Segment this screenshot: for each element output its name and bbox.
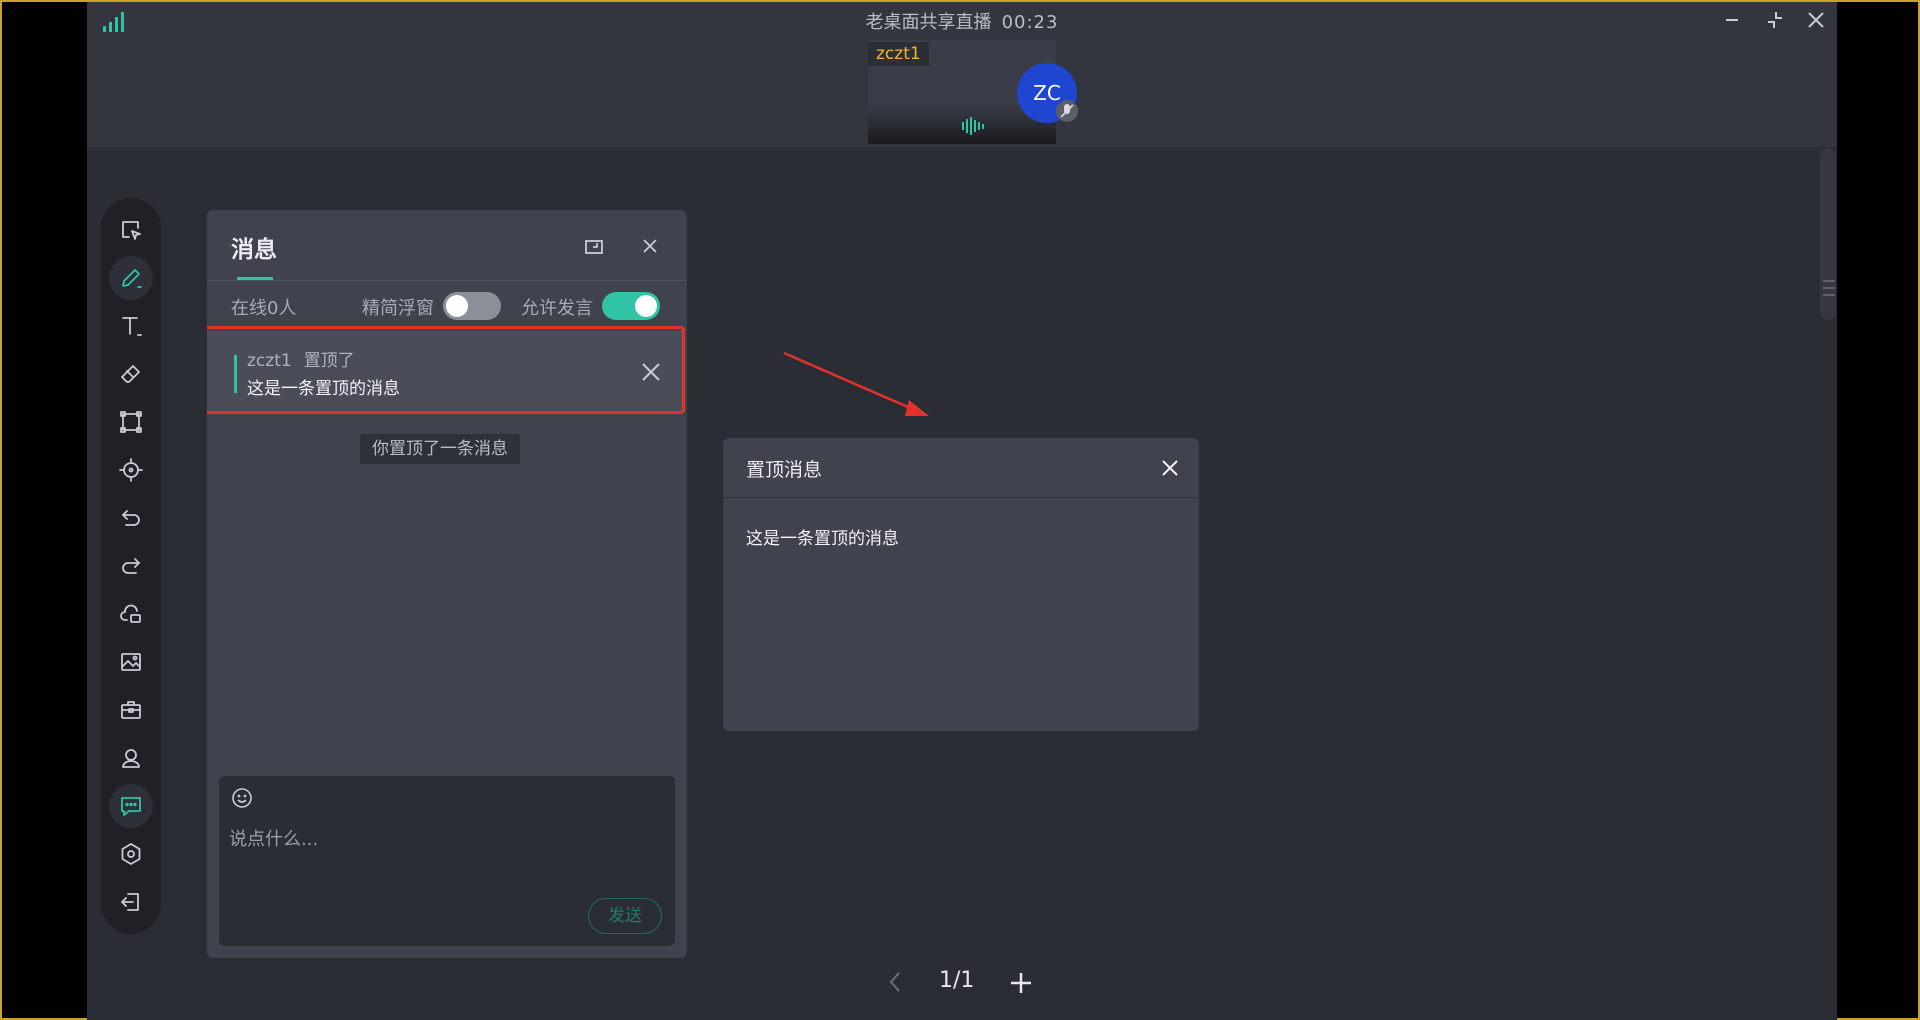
settings-icon bbox=[121, 843, 141, 865]
cursor-select-icon bbox=[122, 221, 141, 240]
laser-pointer-button[interactable] bbox=[109, 448, 153, 492]
laser-pointer-icon bbox=[119, 458, 143, 482]
redo-icon bbox=[122, 558, 140, 574]
redo-button[interactable] bbox=[109, 544, 153, 588]
text-icon bbox=[122, 317, 142, 336]
participant-name: zczt1 bbox=[868, 42, 929, 66]
allow-speak-label: 允许发言 bbox=[521, 298, 593, 319]
message-panel: 消息 在线0人 精简浮窗 允许发言 zczt1 置顶了 这是一条置顶的消息 你置… bbox=[207, 210, 687, 958]
pinned-message-text: 这是一条置顶的消息 bbox=[247, 379, 400, 399]
restore-button[interactable] bbox=[1762, 8, 1788, 32]
cloud-files-button[interactable] bbox=[109, 592, 153, 636]
members-button[interactable] bbox=[109, 736, 153, 780]
message-composer: 发送 bbox=[219, 776, 675, 946]
close-window-button[interactable] bbox=[1803, 8, 1829, 32]
close-icon bbox=[642, 363, 660, 381]
annotation-arrow bbox=[783, 351, 929, 416]
exit-button[interactable] bbox=[109, 880, 153, 924]
select-tool-button[interactable] bbox=[109, 208, 153, 252]
undo-button[interactable] bbox=[109, 496, 153, 540]
undo-icon bbox=[122, 510, 140, 526]
close-icon bbox=[643, 239, 657, 253]
chevron-left-icon bbox=[889, 972, 900, 992]
pen-icon bbox=[122, 269, 142, 288]
add-page-button[interactable] bbox=[1007, 969, 1035, 997]
live-timer: 00:23 bbox=[1001, 12, 1059, 33]
screen-frame: 老桌面共享直播 00:23 zczt1 ZC 消息 在线0人 精简浮窗 允许发言… bbox=[0, 0, 1920, 1020]
message-input[interactable] bbox=[229, 822, 659, 856]
scrollbar-grip-icon bbox=[1823, 280, 1835, 306]
online-count: 在线0人 bbox=[231, 298, 297, 319]
pinned-meta: zczt1 置顶了 bbox=[247, 346, 355, 371]
eraser-icon bbox=[121, 365, 140, 383]
minimize-icon bbox=[1726, 19, 1738, 21]
dialog-message-text: 这是一条置顶的消息 bbox=[746, 529, 899, 549]
pinned-user: zczt1 bbox=[247, 351, 292, 371]
broadcast-title: 老桌面共享直播 bbox=[865, 12, 992, 33]
window-title: 老桌面共享直播 00:23 bbox=[87, 8, 1837, 34]
emoji-button[interactable] bbox=[230, 786, 254, 810]
close-dialog-button[interactable] bbox=[1158, 456, 1182, 480]
pen-tool-button[interactable] bbox=[109, 256, 153, 300]
popout-button[interactable] bbox=[580, 232, 608, 260]
pinned-message-dialog: 置顶消息 这是一条置顶的消息 bbox=[723, 438, 1199, 731]
compact-float-label: 精简浮窗 bbox=[362, 298, 434, 319]
close-icon bbox=[1162, 460, 1178, 476]
image-icon bbox=[121, 653, 141, 671]
close-icon bbox=[1808, 12, 1824, 28]
close-panel-button[interactable] bbox=[636, 232, 664, 260]
dialog-divider bbox=[723, 497, 1199, 498]
pinned-accent-bar bbox=[234, 355, 237, 393]
shape-tool-button[interactable] bbox=[109, 400, 153, 444]
text-tool-button[interactable] bbox=[109, 304, 153, 348]
allow-speak-toggle[interactable] bbox=[602, 292, 660, 320]
audio-level-icon bbox=[962, 117, 984, 135]
chat-icon bbox=[121, 797, 141, 816]
toolbox-button[interactable] bbox=[109, 688, 153, 732]
minimize-button[interactable] bbox=[1719, 8, 1745, 32]
exit-icon bbox=[121, 893, 139, 911]
system-notice: 你置顶了一条消息 bbox=[360, 434, 520, 464]
cloud-file-icon bbox=[120, 604, 141, 623]
app-window: 老桌面共享直播 00:23 zczt1 ZC 消息 在线0人 精简浮窗 允许发言… bbox=[87, 2, 1837, 1020]
dialog-title: 置顶消息 bbox=[746, 459, 823, 481]
compact-float-toggle[interactable] bbox=[443, 292, 501, 320]
top-bar: 老桌面共享直播 00:23 zczt1 ZC bbox=[87, 2, 1837, 147]
settings-button[interactable] bbox=[109, 832, 153, 876]
send-button[interactable]: 发送 bbox=[588, 898, 662, 934]
mic-off-icon bbox=[1056, 100, 1078, 122]
page-indicator: 1/1 bbox=[939, 968, 975, 993]
plus-icon bbox=[1011, 973, 1031, 993]
popout-window-icon bbox=[585, 240, 603, 254]
chat-button[interactable] bbox=[109, 784, 153, 828]
insert-image-button[interactable] bbox=[109, 640, 153, 684]
previous-page-button[interactable] bbox=[884, 967, 908, 997]
emoji-icon bbox=[232, 788, 252, 808]
unpin-button[interactable] bbox=[639, 360, 663, 384]
eraser-tool-button[interactable] bbox=[109, 352, 153, 396]
restore-icon bbox=[1768, 12, 1782, 28]
toolbox-icon bbox=[121, 701, 141, 719]
panel-title: 消息 bbox=[231, 237, 277, 263]
panel-divider bbox=[207, 280, 687, 281]
whiteboard-toolbar bbox=[101, 198, 161, 934]
shape-icon bbox=[120, 411, 142, 433]
user-icon bbox=[122, 749, 140, 768]
pinned-action: 置顶了 bbox=[303, 351, 355, 371]
